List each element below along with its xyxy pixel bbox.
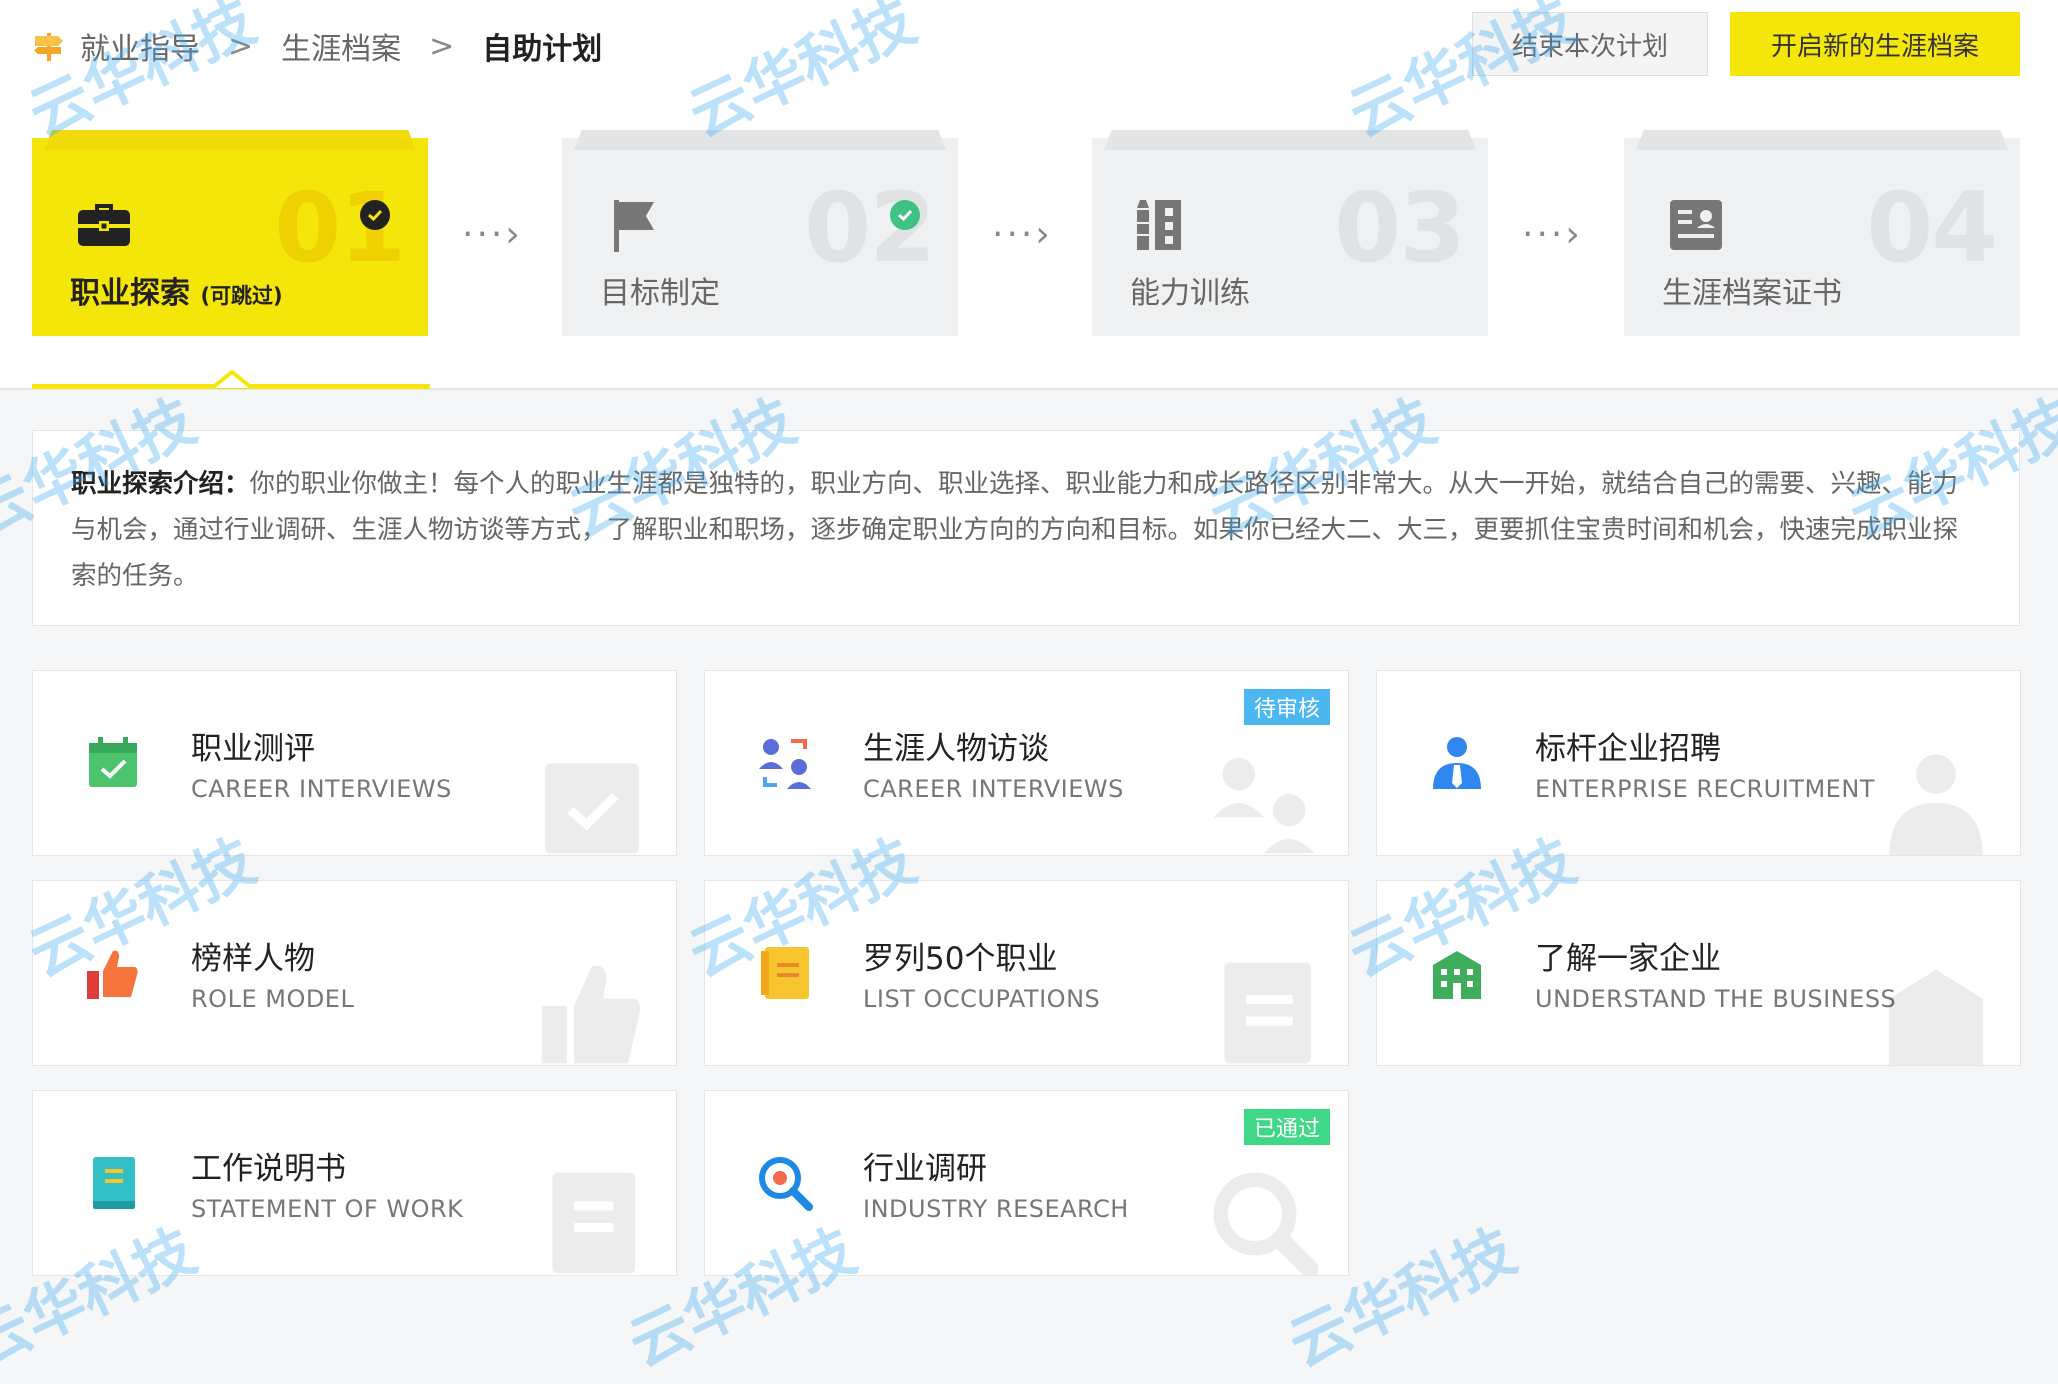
chevron-right-icon: > — [429, 28, 455, 64]
step-label: 能力训练 — [1130, 276, 1250, 311]
card-role-model[interactable]: 榜样人物 ROLE MODEL — [32, 880, 677, 1066]
card-statement-of-work[interactable]: 工作说明书 STATEMENT OF WORK — [32, 1090, 677, 1276]
intro-panel: 职业探索介绍：你的职业你做主！每个人的职业生涯都是独特的，职业方向、职业选择、职… — [32, 430, 2020, 626]
intro-title: 职业探索介绍： — [71, 469, 250, 499]
card-subtitle: LIST OCCUPATIONS — [863, 985, 1101, 1013]
card-understand-business[interactable]: 了解一家企业 UNDERSTAND THE BUSINESS — [1376, 880, 2021, 1066]
check-circle-icon — [360, 200, 390, 230]
step-skill-training[interactable]: 03 能力训练 — [1092, 130, 1488, 336]
step-progress: 01 职业探索 (可跳过) ···› 02 目标制定 ···› 03 能力训练 … — [0, 92, 2058, 390]
breadcrumb-item-career-archive[interactable]: 生涯档案 — [281, 24, 401, 68]
book-icon — [552, 1172, 636, 1274]
search-icon — [759, 1157, 813, 1211]
signpost-icon — [34, 33, 63, 61]
card-subtitle: ENTERPRISE RECRUITMENT — [1535, 775, 1875, 803]
breadcrumb-item-career-guidance[interactable]: 就业指导 — [80, 24, 200, 68]
top-bar: 就业指导 > 生涯档案 > 自助计划 结束本次计划 开启新的生涯档案 — [0, 0, 2058, 92]
check-circle-icon — [890, 200, 920, 230]
card-career-assessment[interactable]: 职业测评 CAREER INTERVIEWS — [32, 670, 677, 856]
breadcrumb: 就业指导 > 生涯档案 > 自助计划 — [32, 24, 602, 68]
training-icon — [1137, 200, 1181, 250]
calendar-check-icon — [89, 737, 137, 787]
arrow-right-icon: ···› — [462, 214, 523, 255]
end-plan-button[interactable]: 结束本次计划 — [1472, 12, 1708, 76]
card-title: 生涯人物访谈 — [863, 731, 1049, 767]
step-goal-setting[interactable]: 02 目标制定 — [562, 130, 958, 336]
step-career-certificate[interactable]: 04 生涯档案证书 — [1624, 130, 2020, 336]
card-title: 罗列50个职业 — [863, 941, 1058, 977]
people-icon — [759, 739, 811, 789]
building-icon — [1889, 969, 1983, 1065]
step-label: 生涯档案证书 — [1662, 276, 1842, 311]
card-title: 行业调研 — [863, 1151, 987, 1187]
step-tab-decoration — [43, 130, 417, 150]
arrow-right-icon: ···› — [1522, 214, 1583, 255]
step-tab-decoration — [1103, 130, 1477, 150]
person-tie-icon — [1433, 737, 1481, 789]
arrow-right-icon: ···› — [992, 214, 1053, 255]
step-number: 04 — [1866, 172, 1998, 284]
card-title: 榜样人物 — [191, 941, 315, 977]
card-title: 了解一家企业 — [1535, 941, 1721, 977]
step-label: 目标制定 — [600, 276, 720, 311]
step-tab-decoration — [573, 130, 947, 150]
flag-icon — [614, 200, 654, 252]
card-title: 工作说明书 — [191, 1151, 346, 1187]
card-subtitle: UNDERSTAND THE BUSINESS — [1535, 985, 1897, 1013]
new-archive-button[interactable]: 开启新的生涯档案 — [1730, 12, 2020, 76]
card-career-interviews[interactable]: 生涯人物访谈 CAREER INTERVIEWS 待审核 — [704, 670, 1349, 856]
card-subtitle: ROLE MODEL — [191, 985, 355, 1013]
building-icon — [1433, 951, 1481, 999]
card-subtitle: CAREER INTERVIEWS — [191, 775, 452, 803]
card-title: 职业测评 — [191, 731, 315, 767]
step-label: 职业探索 (可跳过) — [70, 276, 283, 311]
card-industry-research[interactable]: 行业调研 INDUSTRY RESEARCH 已通过 — [704, 1090, 1349, 1276]
step-number: 01 — [274, 172, 406, 284]
chevron-right-icon: > — [228, 28, 254, 64]
person-tie-icon — [1889, 754, 1983, 855]
people-icon — [1213, 758, 1315, 854]
step-tab-decoration — [1635, 130, 2009, 150]
thumbs-up-icon — [87, 950, 138, 999]
card-subtitle: STATEMENT OF WORK — [191, 1195, 464, 1223]
thumbs-up-icon — [541, 965, 640, 1064]
calendar-check-icon — [545, 763, 639, 854]
notebook-icon — [761, 947, 809, 999]
card-subtitle: CAREER INTERVIEWS — [863, 775, 1124, 803]
status-badge: 已通过 — [1243, 1109, 1330, 1145]
step-number: 02 — [804, 172, 936, 284]
book-icon — [93, 1157, 135, 1209]
card-title: 标杆企业招聘 — [1535, 731, 1721, 767]
briefcase-icon — [78, 204, 130, 246]
card-subtitle: INDUSTRY RESEARCH — [863, 1195, 1129, 1223]
breadcrumb-item-self-help-plan: 自助计划 — [482, 32, 603, 67]
search-icon — [1213, 1172, 1318, 1275]
step-career-exploration[interactable]: 01 职业探索 (可跳过) — [32, 130, 428, 336]
status-badge: 待审核 — [1243, 689, 1330, 725]
certificate-icon — [1670, 200, 1722, 250]
step-number: 03 — [1334, 172, 1466, 284]
notebook-icon — [1224, 962, 1311, 1064]
card-list-occupations[interactable]: 罗列50个职业 LIST OCCUPATIONS — [704, 880, 1349, 1066]
caret-up-icon — [212, 370, 252, 390]
card-benchmark-recruitment[interactable]: 标杆企业招聘 ENTERPRISE RECRUITMENT — [1376, 670, 2021, 856]
intro-text: 你的职业你做主！每个人的职业生涯都是独特的，职业方向、职业选择、职业能力和成长路… — [71, 469, 1959, 591]
